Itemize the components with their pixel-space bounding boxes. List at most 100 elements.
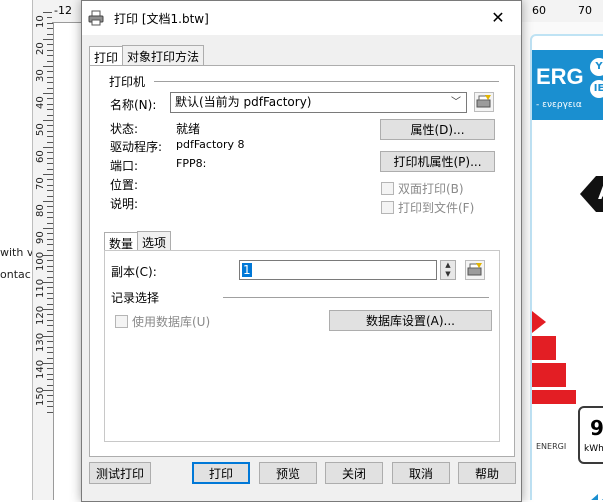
printer-properties-button[interactable]: 打印机属性(P)... [380,151,495,172]
spin-down-icon[interactable]: ▼ [441,270,455,279]
dialog-titlebar[interactable]: 打印 [文档1.btw] ✕ [82,1,521,35]
ruler-tick [47,406,53,408]
ruler-tick [47,319,53,321]
copies-settings-icon-button[interactable] [465,260,485,280]
copies-input[interactable]: 1 [239,260,437,280]
ruler-tick [47,314,53,316]
port-value: FPP8: [176,157,207,170]
energy-label-graphic: ERG Y IE - ενεργεια A 99 kWh/a ENERGI [530,34,603,500]
ruler-tick [47,195,53,197]
printer-settings-icon [476,95,491,108]
database-setup-button[interactable]: 数据库设置(A)... [329,310,492,331]
duplex-checkbox[interactable]: 双面打印(B) [381,180,464,197]
ruler-tick [47,222,53,224]
driver-value: pdfFactory 8 [176,138,245,151]
spin-up-icon[interactable]: ▲ [441,261,455,270]
ruler-label: 40 [35,96,46,109]
horizontal-ruler-right: 60 70 [520,0,603,23]
ruler-tick [47,287,53,289]
group-divider [223,297,489,298]
ruler-tick [47,206,53,208]
ruler-tick [47,298,53,300]
ruler-tick [47,292,53,294]
printer-name-value: 默认(当前为 pdfFactory) [175,95,312,109]
ruler-label: 80 [35,204,46,217]
ruler-label: 60 [35,150,46,163]
ruler-tick [47,109,53,111]
ruler-tick [47,44,53,46]
properties-button[interactable]: 属性(D)... [380,119,495,140]
status-label: 状态: [110,122,139,136]
horizontal-ruler-left: -12 [52,0,82,23]
ruler-tick [43,66,53,67]
print-tab-panel: 打印机 名称(N): 默认(当前为 pdfFactory) ﹀ 状态: 就绪 驱… [89,65,515,457]
red-bar-shape [532,311,546,333]
print-button[interactable]: 打印 [192,462,250,484]
energy-sub-text: - ενεργεια [536,100,582,110]
close-icon[interactable]: ✕ [475,1,521,35]
ruler-tick [47,357,53,359]
printer-name-dropdown[interactable]: 默认(当前为 pdfFactory) ﹀ [170,92,467,113]
ruler-label: 90 [35,231,46,244]
chevron-down-icon: ﹀ [451,97,461,108]
ruler-tick [47,136,53,138]
document-text-fragment: ontac [0,268,31,281]
ruler-tick [47,87,53,89]
background-document-left: with v ontac [0,0,34,500]
use-database-checkbox[interactable]: 使用数据库(U) [115,313,210,330]
printer-group-header: 打印机 [109,75,146,89]
ruler-tick [43,147,53,148]
test-print-button[interactable]: 测试打印 [89,462,151,484]
red-bar-shape [532,390,576,404]
document-text-fragment: with v [0,246,34,259]
ruler-tick [47,265,53,267]
ruler-tick [47,238,53,240]
vertical-ruler: 10 20 30 40 50 60 70 80 90 100 110 120 130 140 150 [32,0,54,500]
help-button[interactable]: 帮助 [458,462,516,484]
ruler-tick [47,190,53,192]
preview-button[interactable]: 预览 [259,462,317,484]
checkbox-box [381,201,394,214]
ruler-tick [47,341,53,343]
use-database-label: 使用数据库(U) [132,315,211,329]
copies-value: 1 [242,263,252,277]
ruler-tick [47,130,53,132]
quantity-tab-panel: 副本(C): 1 ▲ ▼ 记录选择 使用数据库(U) 数据库设置(A)... [104,250,500,442]
ruler-tick [47,184,53,186]
printer-settings-icon [467,263,482,276]
ruler-label: 60 [532,4,546,17]
ruler-tick [47,152,53,154]
ruler-label: 10 [35,15,46,28]
driver-label: 驱动程序: [110,140,163,154]
ruler-tick [47,179,53,181]
status-value: 就绪 [176,122,201,136]
printer-settings-icon-button[interactable] [474,92,494,112]
ruler-tick [43,390,53,391]
ruler-tick [47,28,53,30]
ruler-tick [43,201,53,202]
ruler-tick [47,330,53,332]
ruler-tick [47,373,53,375]
ruler-tick [47,60,53,62]
ruler-tick [47,249,53,251]
ruler-tick [47,217,53,219]
energy-circle-top: Y [590,58,603,76]
kwh-unit: kWh/a [584,444,603,454]
design-canvas: ERG Y IE - ενεργεια A 99 kWh/a ENERGI [520,22,603,500]
kwh-box: 99 kWh/a [578,406,603,464]
close-button[interactable]: 关闭 [325,462,383,484]
duplex-label: 双面打印(B) [398,182,464,196]
ruler-tick [47,303,53,305]
ruler-label: 70 [35,177,46,190]
ruler-tick [47,114,53,116]
ruler-tick [47,76,53,78]
ruler-label: 50 [35,123,46,136]
cancel-button[interactable]: 取消 [392,462,450,484]
ruler-tick [47,346,53,348]
print-to-file-checkbox[interactable]: 打印到文件(F) [381,199,474,216]
ruler-tick [43,39,53,40]
copies-spinner[interactable]: ▲ ▼ [440,260,456,280]
energy-brand-text: ERG [536,64,584,89]
ruler-tick [47,395,53,397]
energy-class-arrow-icon [580,176,596,212]
